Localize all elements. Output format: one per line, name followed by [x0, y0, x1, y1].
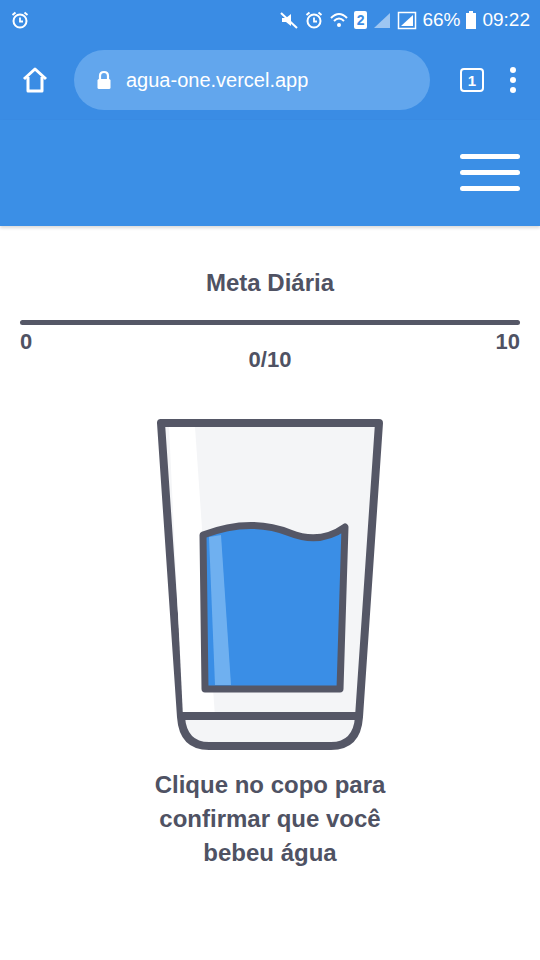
wifi-icon — [329, 10, 349, 30]
caption-line: confirmar que você — [155, 802, 386, 836]
screen: 2 66% 09:22 agua-one.vercel.app 1 Meta D… — [0, 0, 540, 960]
status-bar: 2 66% 09:22 — [0, 0, 540, 40]
alarm-icon — [10, 10, 30, 30]
battery-percent: 66% — [422, 9, 460, 31]
browser-toolbar: agua-one.vercel.app 1 — [0, 40, 540, 120]
tab-count-button[interactable]: 1 — [460, 68, 484, 92]
more-icon[interactable] — [508, 65, 518, 95]
goal-title: Meta Diária — [206, 268, 334, 298]
mute-icon — [279, 10, 299, 30]
sim-badge: 2 — [354, 11, 368, 29]
goal-count: 0/10 — [249, 347, 292, 373]
scale-max: 10 — [496, 329, 520, 355]
caption-line: Clique no copo para — [155, 768, 386, 802]
status-icons: 2 66% 09:22 — [279, 9, 530, 31]
app-header — [0, 120, 540, 226]
water-glass-icon[interactable] — [155, 417, 385, 752]
scale-min: 0 — [20, 329, 32, 355]
clock: 09:22 — [482, 9, 530, 31]
address-bar[interactable]: agua-one.vercel.app — [74, 50, 430, 110]
caption-line: bebeu água — [155, 836, 386, 870]
content: Meta Diária 0 10 0/10 Clique no copo par… — [0, 226, 540, 890]
signal-icon — [397, 10, 417, 30]
lock-icon — [96, 70, 112, 90]
url-text: agua-one.vercel.app — [126, 69, 308, 92]
home-icon[interactable] — [20, 65, 50, 95]
goal-progress-bar — [20, 320, 520, 325]
menu-icon[interactable] — [460, 152, 520, 194]
alarm-icon — [304, 10, 324, 30]
battery-icon — [465, 10, 477, 30]
glass-caption: Clique no copo paraconfirmar que vocêbeb… — [155, 768, 386, 870]
signal-icon — [372, 10, 392, 30]
